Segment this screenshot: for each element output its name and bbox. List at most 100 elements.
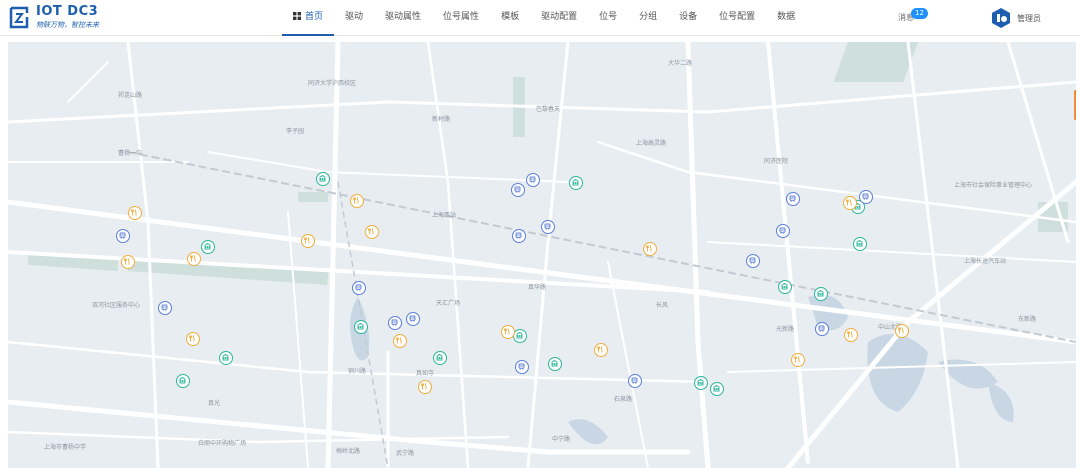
nav-item-driver-attribute[interactable]: 驱动属性	[374, 0, 432, 36]
user-avatar-icon[interactable]	[990, 7, 1012, 29]
building-marker[interactable]	[219, 351, 233, 365]
bus-icon	[631, 377, 638, 384]
restaurant-marker[interactable]	[393, 334, 407, 348]
map-label: 上海市曹杨中学	[44, 444, 87, 451]
restaurant-marker[interactable]	[643, 242, 657, 256]
nav-item-point-attribute[interactable]: 位号属性	[432, 0, 490, 36]
bus-marker[interactable]	[511, 183, 525, 197]
bus-marker[interactable]	[388, 316, 402, 330]
bus-marker[interactable]	[746, 254, 760, 268]
nav-item-label: 首页	[305, 12, 324, 22]
restaurant-marker[interactable]	[301, 234, 315, 248]
map-label: 白丽中环购物广场	[198, 440, 247, 447]
building-icon	[222, 354, 229, 361]
bus-marker[interactable]	[815, 322, 829, 336]
nav-item-group[interactable]: 分组	[628, 0, 668, 36]
restaurant-icon	[898, 327, 904, 334]
building-icon	[516, 332, 523, 339]
map-label: 武宁路	[396, 450, 415, 457]
map-label: 同济大学沪西校区	[308, 80, 357, 87]
bus-icon	[355, 284, 362, 291]
map-label: 双河社区服务中心	[92, 302, 141, 309]
bus-marker[interactable]	[526, 173, 540, 187]
restaurant-marker[interactable]	[791, 353, 805, 367]
bus-icon	[529, 176, 536, 183]
bus-marker[interactable]	[515, 360, 529, 374]
map-view[interactable]: 同济大学沪西校区 铜川路 真如寺 真光 中宁路 武宁路 李子园 新村路 巴黎春天…	[8, 42, 1076, 468]
restaurant-marker[interactable]	[365, 225, 379, 239]
building-marker[interactable]	[513, 329, 527, 343]
building-marker[interactable]	[176, 374, 190, 388]
map-label: 真光	[208, 400, 221, 407]
app-logo[interactable]: IOT DC3 物联万物，智控未来	[8, 3, 128, 33]
map-label: 大华二路	[668, 60, 693, 67]
map-label: 铜川路	[348, 368, 367, 375]
building-icon	[697, 379, 704, 386]
building-marker[interactable]	[201, 240, 215, 254]
restaurant-icon	[189, 335, 195, 342]
map-label: 上海长途汽车站	[964, 258, 1007, 265]
bus-icon	[409, 315, 416, 322]
map-label: 长风	[656, 302, 669, 309]
nav-item-driver-info[interactable]: 驱动配置	[530, 0, 588, 36]
bus-icon	[518, 363, 525, 370]
building-marker[interactable]	[814, 287, 828, 301]
nav-item-data[interactable]: 数据	[766, 0, 806, 36]
building-icon	[319, 175, 326, 182]
building-icon	[551, 360, 558, 367]
bus-marker[interactable]	[786, 192, 800, 206]
building-marker[interactable]	[548, 357, 562, 371]
map-label: 上海西站	[432, 212, 457, 219]
nav-item-driver[interactable]: 驱动	[334, 0, 374, 36]
restaurant-marker[interactable]	[350, 194, 364, 208]
restaurant-marker[interactable]	[186, 332, 200, 346]
grid-icon	[293, 11, 301, 20]
bus-marker[interactable]	[352, 281, 366, 295]
restaurant-marker[interactable]	[128, 206, 142, 220]
top-header: IOT DC3 物联万物，智控未来 首页 驱动 驱动属性 位号属性 模板 驱动配…	[0, 0, 1080, 36]
bus-marker[interactable]	[406, 312, 420, 326]
restaurant-marker[interactable]	[594, 343, 608, 357]
bus-icon	[789, 195, 796, 202]
map-label: 上海高灵路	[636, 140, 667, 147]
building-marker[interactable]	[433, 351, 447, 365]
nav-item-home[interactable]: 首页	[282, 0, 335, 36]
restaurant-icon	[846, 199, 852, 206]
restaurant-marker[interactable]	[187, 252, 201, 266]
restaurant-marker[interactable]	[895, 324, 909, 338]
messages-count-badge: 12	[911, 8, 928, 19]
user-name[interactable]: 管理员	[1017, 13, 1041, 24]
restaurant-marker[interactable]	[501, 325, 515, 339]
building-marker[interactable]	[354, 320, 368, 334]
restaurant-icon	[794, 356, 800, 363]
building-marker[interactable]	[853, 237, 867, 251]
restaurant-marker[interactable]	[844, 328, 858, 342]
bus-marker[interactable]	[628, 374, 642, 388]
bus-icon	[779, 227, 786, 234]
restaurant-marker[interactable]	[121, 255, 135, 269]
map-label: 同济医院	[764, 158, 789, 165]
building-marker[interactable]	[569, 176, 583, 190]
bus-marker[interactable]	[541, 220, 555, 234]
nav-item-device[interactable]: 设备	[668, 0, 708, 36]
building-marker[interactable]	[778, 280, 792, 294]
nav-item-profile[interactable]: 模板	[490, 0, 530, 36]
restaurant-marker[interactable]	[418, 380, 432, 394]
bus-marker[interactable]	[158, 301, 172, 315]
map-scrollbar[interactable]	[1074, 90, 1076, 120]
building-marker[interactable]	[710, 382, 724, 396]
restaurant-marker[interactable]	[843, 196, 857, 210]
nav-item-point-info[interactable]: 位号配置	[708, 0, 766, 36]
restaurant-icon	[131, 209, 137, 216]
bus-marker[interactable]	[512, 229, 526, 243]
bus-marker[interactable]	[116, 229, 130, 243]
bus-marker[interactable]	[776, 224, 790, 238]
building-marker[interactable]	[316, 172, 330, 186]
bus-marker[interactable]	[859, 190, 873, 204]
building-marker[interactable]	[694, 376, 708, 390]
map-label: 真华路	[528, 284, 547, 291]
bus-icon	[749, 257, 756, 264]
map-label: 新村路	[432, 116, 451, 123]
building-icon	[781, 283, 788, 290]
nav-item-point[interactable]: 位号	[588, 0, 628, 36]
